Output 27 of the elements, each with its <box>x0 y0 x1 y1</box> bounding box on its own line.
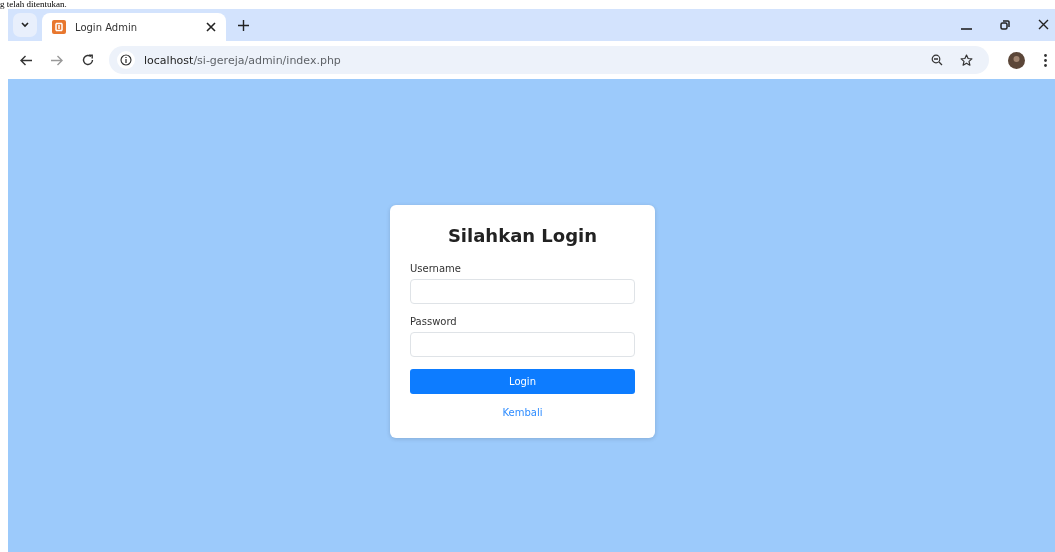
login-button[interactable]: Login <box>410 369 635 394</box>
back-link[interactable]: Kembali <box>502 407 543 418</box>
new-tab-icon[interactable] <box>238 20 249 31</box>
caret-icon <box>20 21 30 29</box>
tab-search-button[interactable] <box>13 13 37 37</box>
reload-icon[interactable] <box>82 54 94 66</box>
tab-title: Login Admin <box>75 21 139 33</box>
document-text: g telah ditentukan. <box>0 0 67 9</box>
restore-icon[interactable] <box>1000 20 1010 30</box>
app-icon <box>52 20 66 34</box>
input-field[interactable] <box>410 279 635 304</box>
info-icon <box>117 51 135 69</box>
star-icon[interactable] <box>960 53 973 67</box>
close-icon[interactable] <box>206 22 216 32</box>
field-label: Password <box>410 316 458 327</box>
input-field[interactable] <box>410 332 635 357</box>
close-icon[interactable] <box>1038 19 1049 30</box>
browser-tab[interactable]: Login Admin <box>42 13 226 41</box>
url-text: localhost/si-gereja/admin/index.php <box>144 53 341 67</box>
field-label: Username <box>410 263 462 274</box>
address-bar[interactable]: localhost/si-gereja/admin/index.php <box>109 46 989 74</box>
back-arrow-icon[interactable] <box>20 54 32 66</box>
forward-arrow-icon[interactable] <box>51 54 63 66</box>
menu-icon[interactable] <box>1044 53 1047 67</box>
login-title: Silahkan Login <box>446 225 599 246</box>
avatar-icon[interactable] <box>1008 51 1025 69</box>
zoom-out-icon[interactable] <box>931 54 943 66</box>
